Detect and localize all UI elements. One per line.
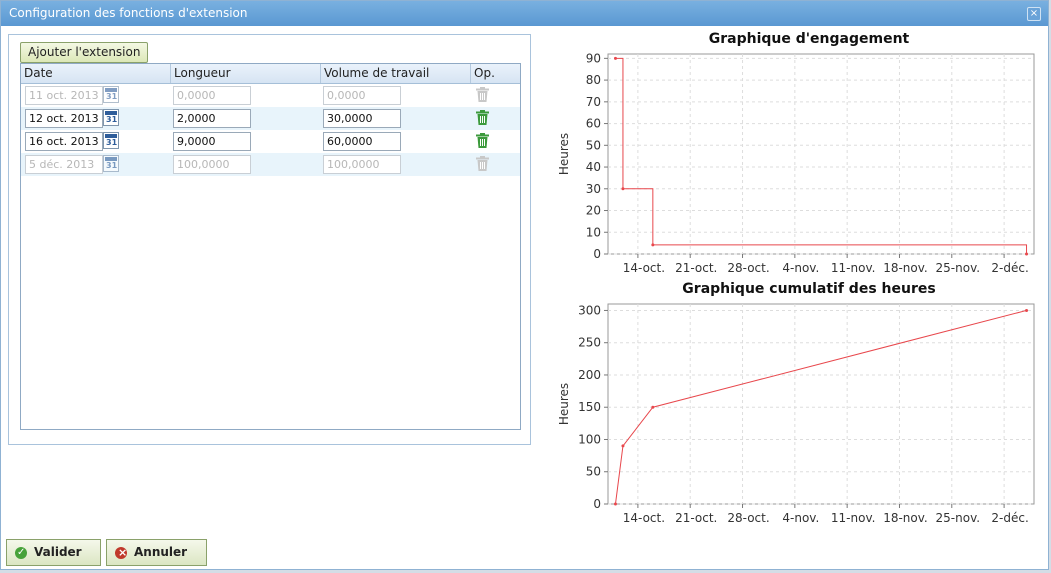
length-input[interactable]: 2,0000 [173,109,251,128]
close-button[interactable]: × [1027,7,1041,21]
y-tick-label: 40 [586,160,601,174]
chart-title: Graphique cumulatif des heures [682,281,935,297]
column-header-workload[interactable]: Volume de travail [321,64,471,83]
validate-label: Valider [34,545,82,559]
trash-icon[interactable] [476,110,489,125]
trash-icon [476,156,489,171]
calendar-icon[interactable] [103,155,119,172]
length-input[interactable]: 0,0000 [173,86,251,105]
workload-input[interactable]: 0,0000 [323,86,401,105]
engagement-chart: Graphique d'engagement Heures 0 10 20 30 40 50 6… [557,31,1035,275]
data-point [613,56,617,60]
table-row: 5 déc. 2013 100,0000 100,0000 [21,153,520,176]
x-tick-label: 11-nov. [831,261,876,275]
y-tick-label: 0 [593,497,601,511]
grid-header: Date Longueur Volume de travail Op. [21,64,520,84]
x-tick-label: 21-oct. [675,511,717,525]
data-point [621,444,625,448]
close-icon: × [1029,8,1039,19]
trash-icon[interactable] [476,133,489,148]
y-tick-label: 70 [586,95,601,109]
plot-area [607,303,1035,505]
calendar-icon[interactable] [103,109,119,126]
cancel-button[interactable]: Annuler [106,539,207,566]
y-tick-label: 50 [586,138,601,152]
date-input[interactable]: 5 déc. 2013 [25,155,103,174]
chart-title: Graphique d'engagement [709,31,910,47]
add-extension-button[interactable]: Ajouter l'extension [20,42,149,63]
x-tick-label: 25-nov. [936,261,981,275]
y-tick-label: 0 [593,247,601,261]
data-point [1025,252,1029,256]
x-tick-label: 4-nov. [782,511,819,525]
table-row: 12 oct. 2013 2,0000 30,0000 [21,107,520,130]
plot-area [607,53,1035,255]
column-header-length[interactable]: Longueur [171,64,321,83]
y-tick-label: 30 [586,182,601,196]
y-tick-label: 100 [578,432,601,446]
x-tick-label: 25-nov. [936,511,981,525]
calendar-icon[interactable] [103,132,119,149]
y-tick-label: 10 [586,225,601,239]
check-icon [15,540,27,565]
x-tick-label: 18-nov. [883,511,928,525]
y-tick-label: 20 [586,204,601,218]
y-tick-label: 60 [586,117,601,131]
workload-input[interactable]: 100,0000 [323,155,401,174]
y-tick-label: 90 [586,51,601,65]
x-tick-label: 14-oct. [623,511,665,525]
x-tick-label: 4-nov. [782,261,819,275]
table-row: 16 oct. 2013 9,0000 60,0000 [21,130,520,153]
data-point [613,502,617,506]
x-tick-label: 11-nov. [831,511,876,525]
date-input[interactable]: 12 oct. 2013 [25,109,103,128]
y-tick-label: 50 [586,465,601,479]
data-point [1025,308,1029,312]
dialog-titlebar[interactable]: Configuration des fonctions d'extension … [1,1,1048,26]
x-tick-label: 14-oct. [623,261,665,275]
data-point [651,243,655,247]
column-header-op: Op. [474,66,495,80]
extension-dialog: Configuration des fonctions d'extension … [0,0,1049,570]
length-input[interactable]: 9,0000 [173,132,251,151]
y-axis-label: Heures [557,383,571,425]
trash-icon [476,87,489,102]
cumulative-hours-chart: Graphique cumulatif des heures Heures 0 50 1… [557,281,1035,525]
extension-panel: Ajouter l'extension Date Longueur Volume… [8,34,531,445]
x-tick-label: 2-déc. [991,511,1028,525]
length-input[interactable]: 100,0000 [173,155,251,174]
x-tick-label: 28-oct. [727,261,769,275]
x-tick-label: 2-déc. [991,261,1028,275]
y-tick-label: 300 [578,303,601,317]
table-row: 11 oct. 2013 0,0000 0,0000 [21,84,520,107]
calendar-icon[interactable] [103,86,119,103]
validate-button[interactable]: Valider [6,539,101,566]
cancel-label: Annuler [134,545,188,559]
data-point [651,405,655,409]
cancel-icon [115,540,127,565]
date-input[interactable]: 16 oct. 2013 [25,132,103,151]
data-point [621,187,625,191]
workload-input[interactable]: 60,0000 [323,132,401,151]
y-tick-label: 250 [578,336,601,350]
y-tick-label: 80 [586,73,601,87]
date-input[interactable]: 11 oct. 2013 [25,86,103,105]
column-header-date[interactable]: Date [21,64,171,83]
y-tick-label: 150 [578,400,601,414]
x-tick-label: 18-nov. [883,261,928,275]
x-tick-label: 21-oct. [675,261,717,275]
x-tick-label: 28-oct. [727,511,769,525]
y-tick-label: 200 [578,368,601,382]
dialog-title: Configuration des fonctions d'extension [9,6,248,20]
y-axis-label: Heures [557,133,571,175]
extension-grid: Date Longueur Volume de travail Op. 11 o… [20,63,521,430]
workload-input[interactable]: 30,0000 [323,109,401,128]
